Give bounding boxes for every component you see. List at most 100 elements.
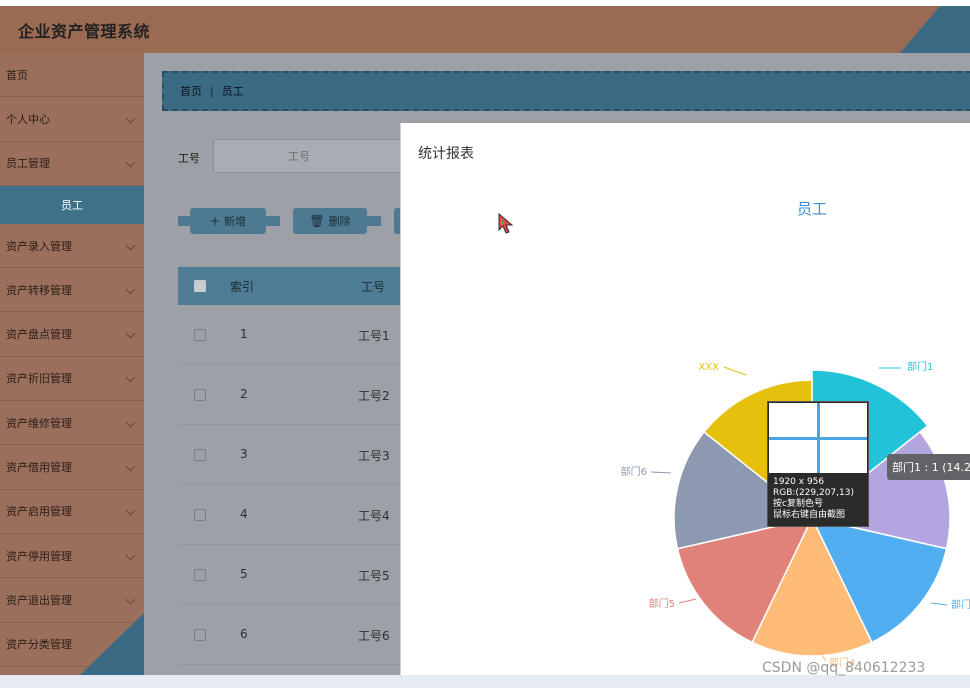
magnifier-rgb: RGB:(229,207,13) [773,488,854,498]
sidebar-item[interactable]: 资产启用管理 [0,490,144,534]
sidebar-item-label: 资产录入管理 [6,239,72,253]
sidebar-item[interactable]: 首页 [0,53,144,98]
breadcrumb-separator: | [210,84,214,98]
plus-icon: + [209,214,221,228]
chevron-down-icon [125,550,136,561]
row-checkbox[interactable] [194,329,206,341]
table-row[interactable]: 6 工号6 [178,605,408,665]
cell-index: 6 [240,627,248,641]
pie-label-line [678,598,697,604]
breadcrumb-current: 员工 [221,85,244,98]
table-row[interactable]: 5 工号5 [178,545,408,605]
magnifier-lens [769,403,867,473]
crosshair-vertical [817,403,820,473]
sidebar-item-label: 资产转移管理 [6,283,72,297]
cell-id: 工号2 [358,389,390,403]
add-button-label: 新增 [224,215,247,228]
sidebar-item[interactable]: 资产维修管理 [0,401,144,446]
chevron-down-icon [125,328,136,339]
table-row[interactable]: 4 工号4 [178,485,408,545]
app-window: 企业资产管理系统 首页 个人中心 员工管理 员工 资产录入管理 资产转移管理 资产盘点管理资… [0,0,970,688]
sidebar-item[interactable]: 员工管理 [0,142,144,186]
row-checkbox[interactable] [194,509,206,521]
column-header-id: 工号 [361,280,386,294]
cell-index: 2 [240,387,248,401]
sidebar-item-label: 资产退出管理 [6,593,72,607]
chevron-down-icon [125,372,136,383]
row-checkbox[interactable] [194,629,206,641]
cell-index: 4 [240,507,248,521]
delete-button-label: 删除 [328,215,351,228]
table-row[interactable]: 3 工号3 [178,425,408,485]
search-input[interactable]: 工号 [213,139,403,173]
chevron-down-icon [125,284,136,295]
delete-button[interactable]: 🗑 删除 [293,208,367,234]
chevron-down-icon [125,113,136,124]
stats-modal: 统计报表 部门1 部门 部门4 部门5 部门6 XXX 员工 1920 x 956 RGB… [400,123,970,675]
trash-icon: 🗑 [309,214,325,228]
sidebar-item-label: 员工管理 [6,157,50,171]
pie-label: 部门 [951,598,970,611]
magnifier-info: 1920 x 956 RGB:(229,207,13) 按c复制色号 鼠标右键自… [773,477,854,521]
pie-label: 部门1 [907,360,933,373]
sidebar: 首页个人中心员工管理员工资产录入管理 资产转移管理资产盘点管理 资产折旧管理资产维修… [0,53,144,675]
sidebar-corner-decoration [80,613,144,675]
chevron-down-icon [125,157,136,168]
row-checkbox[interactable] [194,389,206,401]
column-header-index: 索引 [230,280,255,294]
button-decoration [266,216,280,226]
sidebar-subitem[interactable]: 员工 [0,185,144,224]
breadcrumb-home[interactable]: 首页 [180,83,202,99]
app-title: 企业资产管理系统 [18,22,151,41]
sidebar-item[interactable]: 资产停用管理 [0,534,144,579]
sidebar-item-label: 首页 [6,68,28,82]
sidebar-item[interactable]: 个人中心 [0,97,144,142]
sidebar-item[interactable]: 资产盘点管理 [0,312,144,357]
chevron-down-icon [125,461,136,472]
row-checkbox[interactable] [194,449,206,461]
breadcrumb: 首页 | 员工 [162,71,970,111]
row-checkbox[interactable] [194,569,206,581]
sidebar-item[interactable]: 资产折旧管理 [0,357,144,402]
sidebar-item-label: 资产启用管理 [6,505,72,519]
cell-index: 1 [240,327,248,341]
sidebar-item[interactable]: 资产转移管理 [0,268,144,313]
search-label: 工号 [178,152,200,165]
chart-tooltip: 部门1 : 1 (14.2 [887,454,970,480]
table-row[interactable]: 2 工号2 [178,365,408,425]
chart-title: 员工 [797,200,828,218]
sidebar-item[interactable]: 资产借用管理 [0,445,144,490]
bottom-bar [0,675,970,688]
pie-label-line [723,366,747,376]
sidebar-item-label: 资产维修管理 [6,416,72,430]
cell-id: 工号1 [358,329,390,343]
header-corner-decoration [900,6,970,53]
chevron-down-icon [125,240,136,250]
sidebar-item-label: 个人中心 [6,112,50,126]
cell-id: 工号3 [358,449,390,463]
pie-label-line [930,602,948,606]
sidebar-item-label: 资产借用管理 [6,461,72,475]
watermark: CSDN @qq_840612233 [762,660,926,676]
table-row[interactable]: 1 工号1 [178,305,408,365]
cell-id: 工号6 [358,629,390,643]
sidebar-item[interactable]: 资产录入管理 [0,224,144,269]
add-button[interactable]: + 新增 [190,208,266,234]
cursor-icon [498,213,514,234]
sidebar-item-label: 资产停用管理 [6,549,72,563]
app-header: 企业资产管理系统 [0,6,970,53]
magnifier-copy-hint: 按c复制色号 [773,499,823,509]
select-all-checkbox[interactable] [194,280,206,292]
pie-label-line [650,471,672,474]
magnifier-capture-hint: 鼠标右键自由截图 [773,510,846,520]
chevron-down-icon [125,594,136,605]
sidebar-item-label: 员工 [61,198,83,212]
cell-id: 工号5 [358,569,390,583]
pie-label: 部门5 [649,597,675,610]
chevron-down-icon [125,417,136,428]
cell-index: 5 [240,567,248,581]
pie-label: 部门6 [621,465,647,478]
sidebar-item-label: 资产分类管理 [6,638,72,652]
cell-id: 工号4 [358,509,390,523]
table-header: 索引 工号 [178,267,408,305]
